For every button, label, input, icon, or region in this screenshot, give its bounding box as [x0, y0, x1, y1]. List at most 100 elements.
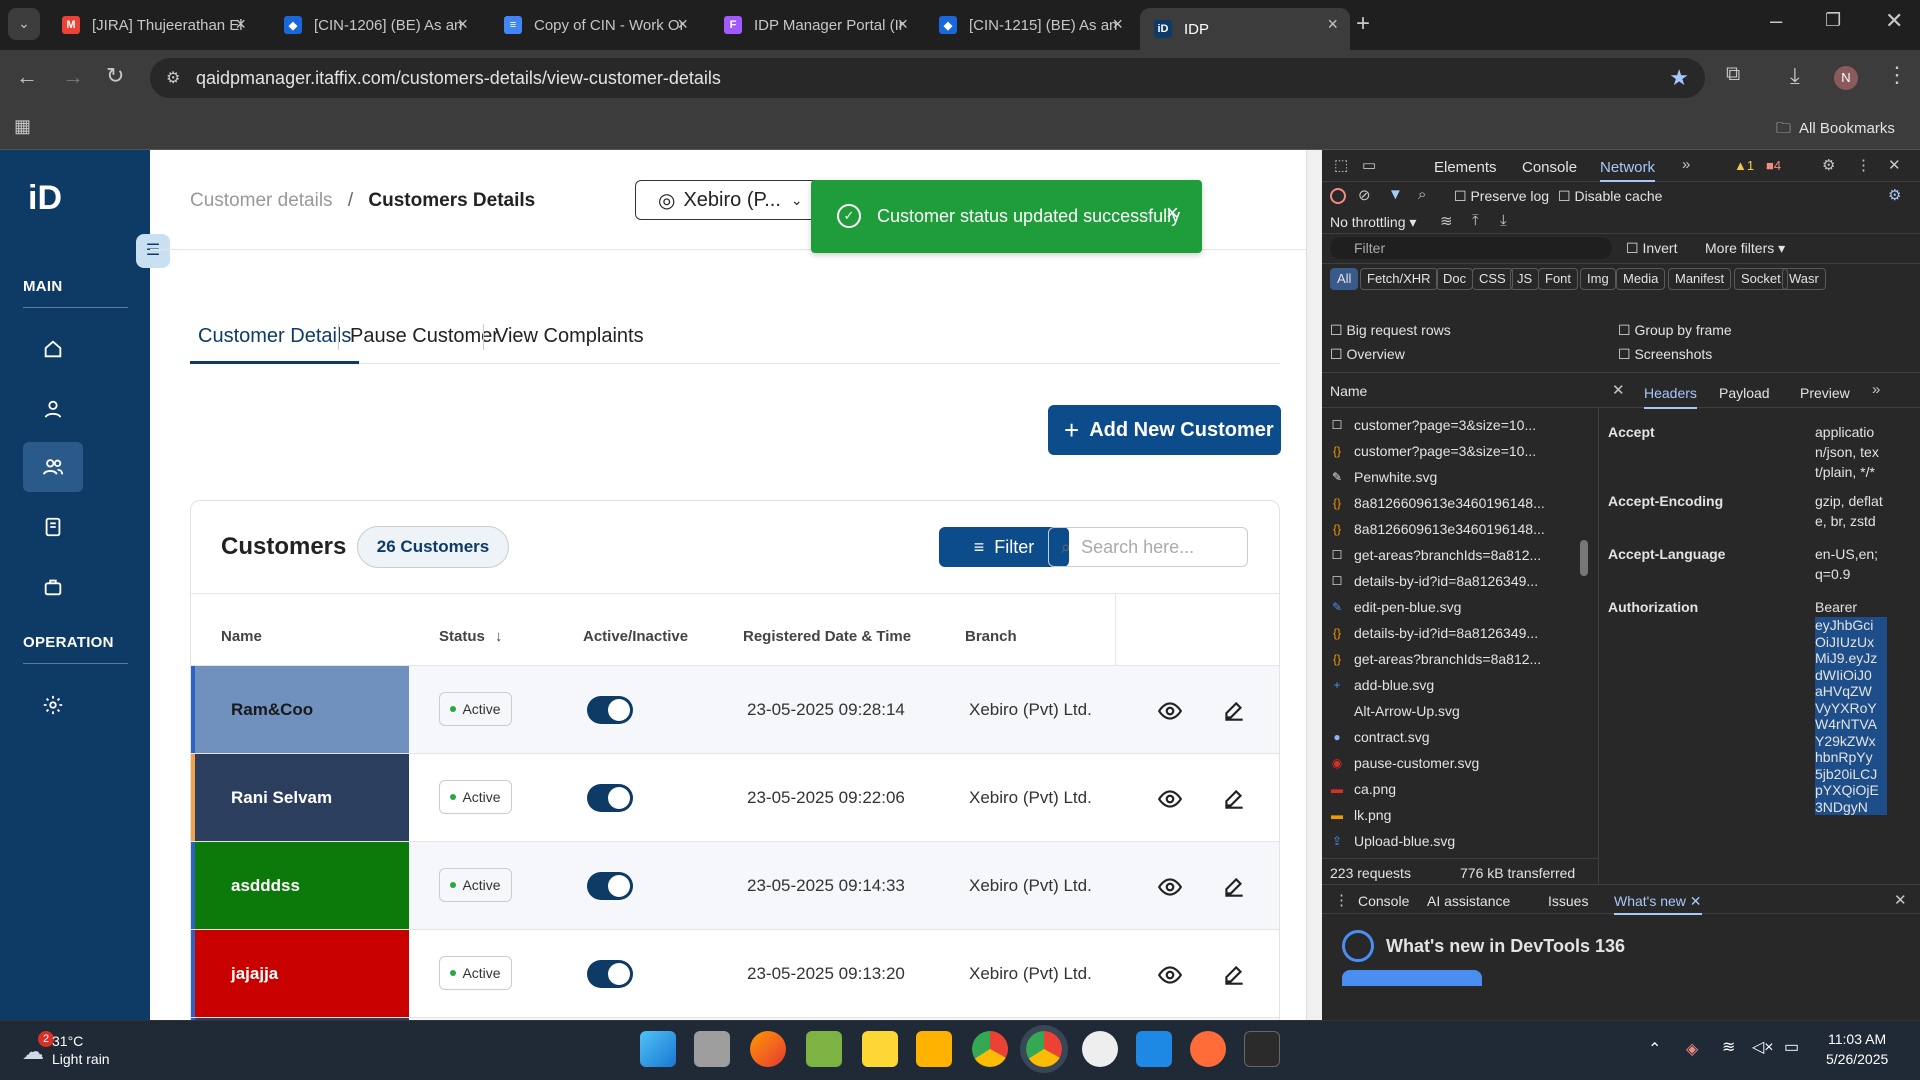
throttling-select[interactable]: No throttling ▾: [1330, 214, 1416, 231]
weather-widget[interactable]: ☁ 2 31°C Light rain: [18, 1031, 158, 1071]
close-tab-icon[interactable]: ×: [897, 14, 908, 35]
browser-tab[interactable]: ◆ [CIN-1215] (BE) As an API u ×: [925, 8, 1135, 42]
browser-tab[interactable]: ◆ [CIN-1206] (BE) As an API u ×: [270, 8, 480, 42]
wifi-tray-icon[interactable]: ≋: [1722, 1037, 1735, 1057]
drawer-close-icon[interactable]: ✕: [1894, 891, 1907, 909]
table-row[interactable]: jajajja Active 23-05-2025 09:13:20 Xebir…: [191, 929, 1279, 1018]
table-row[interactable]: asdddss Active 23-05-2025 09:14:33 Xebir…: [191, 841, 1279, 930]
volume-icon[interactable]: ◁×: [1752, 1037, 1774, 1057]
close-tab-icon[interactable]: ×: [1112, 14, 1123, 35]
column-status[interactable]: Status ↓: [439, 628, 503, 645]
tab-pause-customer[interactable]: Pause Customer: [350, 318, 499, 364]
chip-doc[interactable]: Doc: [1436, 268, 1474, 290]
option-screenshots[interactable]: ☐ Screenshots: [1618, 346, 1712, 363]
chrome-profile-icon[interactable]: [1026, 1031, 1062, 1067]
preserve-log-checkbox[interactable]: ☐ Preserve log: [1454, 188, 1549, 205]
search-input[interactable]: ⌕ Search here...: [1048, 527, 1248, 567]
search-icon[interactable]: ⌕: [1418, 186, 1426, 203]
browser-tab[interactable]: M [JIRA] Thujeerathan Elitche ×: [48, 8, 258, 42]
tab-payload[interactable]: Payload: [1719, 385, 1770, 401]
sticky-notes-icon[interactable]: [862, 1031, 898, 1067]
invert-checkbox[interactable]: ☐ Invert: [1626, 240, 1677, 257]
maximize-icon[interactable]: ❐: [1825, 10, 1841, 31]
export-icon[interactable]: ⤓: [1500, 212, 1507, 229]
chip-fetch[interactable]: Fetch/XHR: [1360, 268, 1438, 290]
option-overview[interactable]: ☐ Overview: [1330, 346, 1405, 363]
option-group-frame[interactable]: ☐ Group by frame: [1618, 322, 1732, 339]
more-filters-dropdown[interactable]: More filters ▾: [1705, 240, 1785, 257]
table-row[interactable]: Rani Selvam Active 23-05-2025 09:22:06 X…: [191, 753, 1279, 842]
more-detail-tabs-icon[interactable]: »: [1872, 381, 1880, 398]
close-tab-icon[interactable]: ×: [677, 14, 688, 35]
profile-avatar[interactable]: N: [1834, 66, 1858, 90]
name-column-header[interactable]: Name: [1330, 383, 1367, 399]
sidebar-item-location[interactable]: [23, 384, 83, 434]
extensions-icon[interactable]: ⧉: [1726, 63, 1740, 86]
network-filter-input[interactable]: Filter: [1330, 237, 1612, 259]
clock-date[interactable]: 5/26/2025: [1826, 1051, 1888, 1067]
edit-pencil-icon[interactable]: [1221, 698, 1247, 724]
active-toggle[interactable]: [587, 872, 633, 900]
disable-cache-checkbox[interactable]: ☐ Disable cache: [1558, 188, 1662, 205]
view-eye-icon[interactable]: [1157, 874, 1183, 900]
tab-console[interactable]: Console: [1522, 159, 1577, 176]
sidebar-item-settings[interactable]: [23, 680, 83, 730]
view-eye-icon[interactable]: [1157, 962, 1183, 988]
issues-count[interactable]: ■4: [1766, 158, 1781, 173]
close-tab-icon[interactable]: ×: [457, 14, 468, 35]
chip-js[interactable]: JS: [1510, 268, 1540, 290]
windows-start-icon[interactable]: [640, 1031, 676, 1067]
edit-pencil-icon[interactable]: [1221, 874, 1247, 900]
tab-network[interactable]: Network: [1600, 159, 1656, 182]
devtools-settings-icon[interactable]: ⚙: [1822, 156, 1835, 174]
view-eye-icon[interactable]: [1157, 786, 1183, 812]
clear-icon[interactable]: ⊘: [1358, 186, 1371, 204]
chip-css[interactable]: CSS: [1472, 268, 1513, 290]
apps-grid-icon[interactable]: ▦: [14, 116, 31, 137]
wifi-icon[interactable]: ≋: [1440, 212, 1453, 230]
close-window-icon[interactable]: ✕: [1885, 8, 1903, 34]
page-scrollbar[interactable]: [1306, 150, 1322, 1020]
drawer-tab-ai[interactable]: AI assistance: [1427, 893, 1510, 909]
chip-all[interactable]: All: [1330, 268, 1359, 290]
minimize-icon[interactable]: –: [1770, 8, 1782, 34]
chip-img[interactable]: Img: [1580, 268, 1616, 290]
headset-app-icon[interactable]: [1082, 1031, 1118, 1067]
tab-customer-details[interactable]: Customer Details: [190, 318, 360, 364]
chip-wasm[interactable]: Wasr: [1782, 268, 1826, 290]
inspect-icon[interactable]: ⬚: [1334, 156, 1348, 174]
view-eye-icon[interactable]: [1157, 698, 1183, 724]
warnings-count[interactable]: ▲1: [1734, 158, 1754, 173]
site-info-icon[interactable]: ⚙: [166, 68, 180, 88]
sidebar-item-customers[interactable]: [23, 442, 83, 492]
active-toggle[interactable]: [587, 696, 633, 724]
bookmark-star-icon[interactable]: ★: [1669, 65, 1689, 91]
record-stop-icon[interactable]: [1330, 188, 1346, 204]
filter-funnel-icon[interactable]: ▼: [1388, 186, 1403, 203]
chip-socket[interactable]: Socket: [1734, 268, 1788, 290]
drawer-tab-whats-new[interactable]: What's new ✕: [1614, 893, 1702, 915]
chip-media[interactable]: Media: [1616, 268, 1666, 290]
postman-icon[interactable]: [1190, 1031, 1226, 1067]
edit-pencil-icon[interactable]: [1221, 786, 1247, 812]
toast-close-icon[interactable]: ×: [1166, 200, 1179, 226]
drawer-tab-console[interactable]: Console: [1358, 893, 1409, 909]
browser-tab[interactable]: F IDP Manager Portal (Intern ×: [710, 8, 920, 42]
option-big-rows[interactable]: ☐ Big request rows: [1330, 322, 1451, 339]
chip-font[interactable]: Font: [1538, 268, 1579, 290]
clock-time[interactable]: 11:03 AM: [1828, 1031, 1886, 1047]
sidebar-item-ledger[interactable]: [23, 502, 83, 552]
new-tab-icon[interactable]: +: [1356, 10, 1370, 38]
network-settings-icon[interactable]: ⚙: [1888, 186, 1901, 204]
browser-tab[interactable]: ≡ Copy of CIN - Work Order ×: [490, 8, 700, 42]
drawer-tab-issues[interactable]: Issues: [1548, 893, 1588, 909]
download-icon[interactable]: ⤓: [1790, 63, 1800, 89]
close-tab-icon[interactable]: ×: [235, 14, 246, 35]
tab-search-button[interactable]: ⌄: [8, 8, 40, 40]
tray-app-icon[interactable]: ◈: [1686, 1039, 1698, 1059]
terminal-icon[interactable]: [1244, 1031, 1280, 1067]
active-toggle[interactable]: [587, 784, 633, 812]
table-row[interactable]: Ram&Coo Active 23-05-2025 09:28:14 Xebir…: [191, 665, 1279, 754]
menu-icon[interactable]: ⋮: [1886, 62, 1908, 88]
tray-chevron-icon[interactable]: ⌃: [1648, 1039, 1661, 1059]
